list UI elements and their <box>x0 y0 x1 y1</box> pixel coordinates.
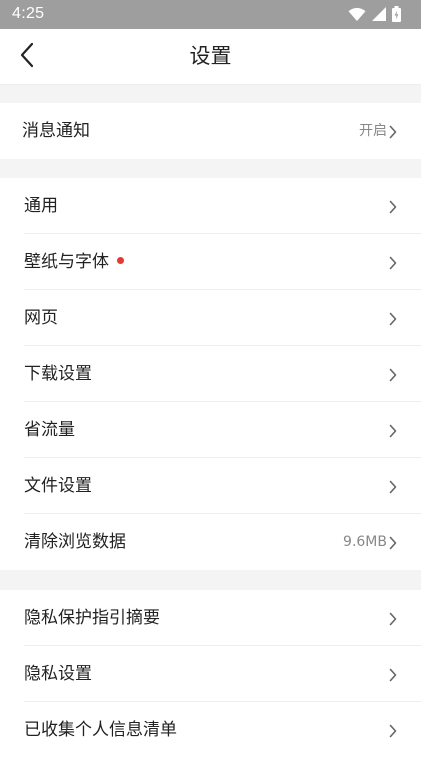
settings-item-wallpaper-font[interactable]: 壁纸与字体 <box>0 234 421 290</box>
chevron-right-icon <box>389 255 397 270</box>
settings-item-webpage[interactable]: 网页 <box>0 290 421 346</box>
settings-item-privacy-summary[interactable]: 隐私保护指引摘要 <box>0 590 421 646</box>
item-label: 隐私设置 <box>24 664 92 684</box>
item-label: 下载设置 <box>24 364 92 384</box>
settings-item-general[interactable]: 通用 <box>0 178 421 234</box>
settings-item-files[interactable]: 文件设置 <box>0 458 421 514</box>
wifi-icon <box>348 7 366 21</box>
settings-item-data-saver[interactable]: 省流量 <box>0 402 421 458</box>
item-label: 壁纸与字体 <box>24 252 109 272</box>
chevron-right-icon <box>389 611 397 626</box>
section-divider <box>0 85 421 103</box>
item-label: 网页 <box>24 308 58 328</box>
chevron-right-icon <box>389 535 397 550</box>
chevron-right-icon <box>389 311 397 326</box>
settings-item-clear-browsing-data[interactable]: 清除浏览数据 9.6MB <box>0 514 421 570</box>
item-label-group: 壁纸与字体 <box>24 234 124 290</box>
battery-icon <box>392 6 401 22</box>
item-value: 开启 <box>359 123 387 139</box>
status-bar: 4:25 <box>0 0 421 29</box>
chevron-right-icon <box>389 423 397 438</box>
settings-item-download[interactable]: 下载设置 <box>0 346 421 402</box>
item-value: 9.6MB <box>343 534 387 550</box>
item-label: 省流量 <box>24 420 75 440</box>
item-label: 消息通知 <box>22 121 90 141</box>
item-label: 通用 <box>24 196 58 216</box>
status-time: 4:25 <box>12 5 45 22</box>
settings-item-notifications[interactable]: 消息通知 开启 <box>0 103 421 159</box>
page-title: 设置 <box>189 44 232 68</box>
cellular-signal-icon <box>372 7 386 21</box>
chevron-right-icon <box>389 723 397 738</box>
chevron-right-icon <box>389 199 397 214</box>
item-label: 隐私保护指引摘要 <box>24 608 160 628</box>
chevron-right-icon <box>389 667 397 682</box>
section-divider <box>0 159 421 178</box>
new-badge-dot <box>117 256 124 264</box>
chevron-right-icon <box>389 124 397 139</box>
chevron-right-icon <box>389 367 397 382</box>
item-label: 文件设置 <box>24 476 92 496</box>
status-icons <box>348 5 401 23</box>
chevron-right-icon <box>389 479 397 494</box>
nav-bar: 设置 <box>0 29 421 85</box>
item-label: 清除浏览数据 <box>24 532 126 552</box>
section-divider <box>0 570 421 590</box>
settings-item-privacy-settings[interactable]: 隐私设置 <box>0 646 421 702</box>
